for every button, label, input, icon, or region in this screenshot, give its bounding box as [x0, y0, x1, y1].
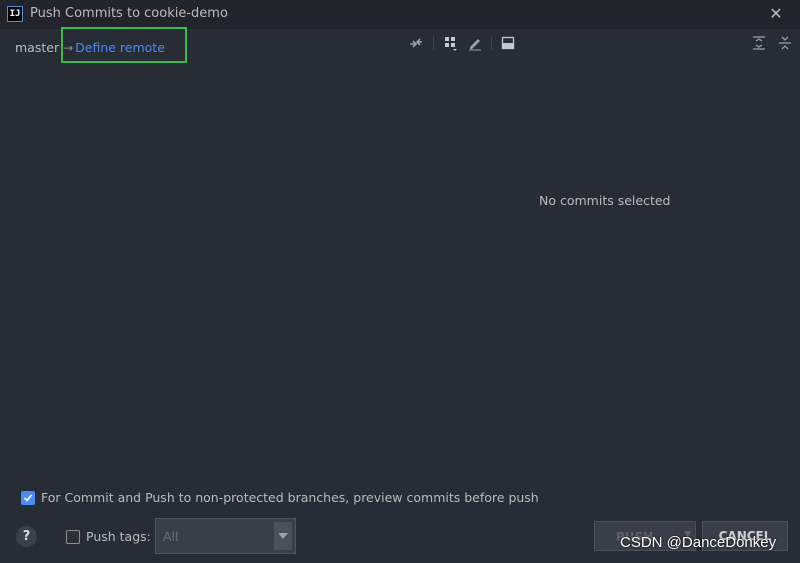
title-bar: IJ Push Commits to cookie-demo ✕ [0, 0, 800, 29]
preview-commits-option[interactable]: For Commit and Push to non-protected bra… [21, 490, 539, 505]
preview-commits-label: For Commit and Push to non-protected bra… [41, 490, 539, 505]
preview-diff-icon[interactable] [500, 35, 516, 51]
local-branch-name: master [15, 40, 60, 55]
group-by-icon[interactable] [443, 35, 459, 51]
push-tags-checkbox[interactable] [66, 529, 80, 544]
highlight-box [61, 27, 187, 63]
tags-dropdown[interactable]: All [155, 518, 296, 554]
push-tags-label: Push tags: [86, 529, 151, 544]
merge-arrows-icon[interactable] [408, 35, 424, 51]
watermark: CSDN @DanceDonkey [620, 534, 777, 551]
push-tags-option[interactable]: Push tags: [66, 529, 151, 544]
collapse-all-icon[interactable] [777, 35, 793, 51]
checkmark-icon [23, 493, 33, 502]
empty-details-message: No commits selected [539, 193, 671, 208]
toolbar-separator [491, 36, 492, 50]
tags-dropdown-value: All [163, 529, 179, 544]
edit-icon[interactable] [467, 35, 483, 51]
toolbar-separator [433, 36, 434, 50]
expand-all-icon[interactable] [751, 35, 767, 51]
preview-commits-checkbox[interactable] [21, 490, 35, 505]
chevron-down-icon[interactable] [274, 522, 292, 550]
close-icon[interactable]: ✕ [768, 6, 784, 22]
commits-tree-pane: master → Define remote [0, 27, 400, 479]
help-button[interactable]: ? [16, 526, 37, 547]
window-title: Push Commits to cookie-demo [30, 6, 228, 21]
intellij-app-icon: IJ [7, 6, 23, 22]
